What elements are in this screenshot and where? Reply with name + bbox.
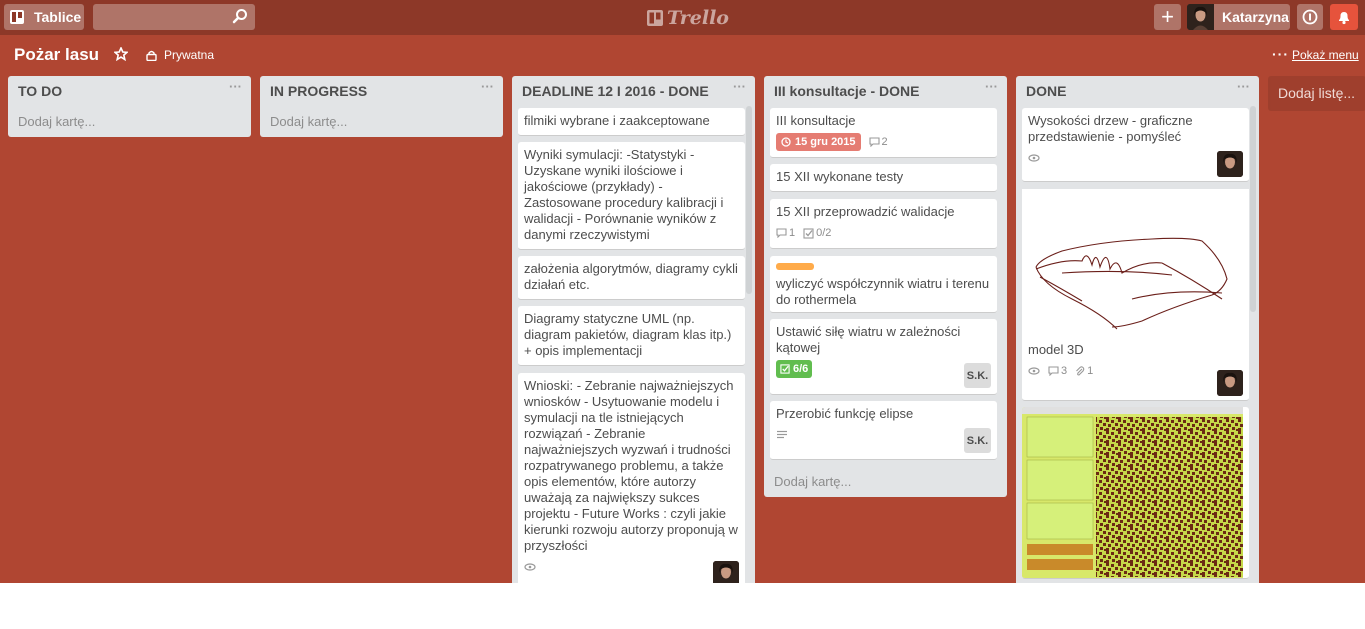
watch-icon <box>1028 154 1040 162</box>
due-date-badge[interactable]: 15 gru 2015 <box>776 133 861 151</box>
comment-count: 3 <box>1061 365 1068 377</box>
comment-icon <box>868 137 880 147</box>
show-menu-link[interactable]: Pokaż menu <box>1292 48 1359 62</box>
comment-count: 1 <box>789 227 796 239</box>
comment-icon <box>776 228 787 238</box>
list-title[interactable]: TO DO ··· <box>8 76 251 106</box>
list-menu-icon[interactable]: ··· <box>481 79 494 94</box>
add-card-button[interactable]: Dodaj kartę... <box>260 106 503 136</box>
card[interactable]: filmiki wybrane i zaakceptowane <box>518 108 745 136</box>
card[interactable]: model 3D 3 1 <box>1022 189 1249 401</box>
top-header: Tablice Trello + Katarzyna <box>0 0 1365 35</box>
list-title[interactable]: DEADLINE 12 I 2016 - DONE ··· <box>512 76 755 106</box>
list-iii-konsultacje: III konsultacje - DONE ··· III konsultacj… <box>764 76 1007 497</box>
attachment-count: 1 <box>1087 365 1094 377</box>
lock-icon <box>146 50 157 61</box>
card[interactable]: wyliczyć współczynnik wiatru i terenu do… <box>770 256 997 313</box>
card[interactable]: Przerobić funkcję elipse S.K. <box>770 401 997 460</box>
card[interactable]: 15 XII wykonane testy <box>770 164 997 192</box>
list-menu-icon[interactable]: ··· <box>985 79 998 94</box>
member-avatar[interactable] <box>1217 151 1243 177</box>
list-title[interactable]: DONE ··· <box>1016 76 1259 106</box>
list-todo: TO DO ··· Dodaj kartę... <box>8 76 251 137</box>
list-menu-icon[interactable]: ··· <box>1237 79 1250 94</box>
list-deadline: DEADLINE 12 I 2016 - DONE ··· filmiki wyb… <box>512 76 755 583</box>
checklist-count: 0/2 <box>816 227 832 239</box>
bell-icon <box>1339 12 1349 25</box>
card[interactable]: Wysokości drzew - graficzne przedstawien… <box>1022 108 1249 182</box>
card-badges: 15 gru 2015 2 <box>776 133 991 151</box>
checklist-icon <box>780 364 790 374</box>
orange-label[interactable] <box>776 263 814 270</box>
trello-logo[interactable]: Trello <box>647 7 729 29</box>
member-avatar[interactable] <box>1217 370 1243 396</box>
card-badges <box>1028 149 1243 167</box>
board-title[interactable]: Pożar lasu <box>14 45 99 65</box>
trello-logo-icon <box>647 10 663 26</box>
search-icon[interactable] <box>232 8 248 24</box>
checklist-icon <box>803 227 814 239</box>
list-title[interactable]: IN PROGRESS ··· <box>260 76 503 106</box>
boards-label: Tablice <box>34 9 82 25</box>
avatar <box>1187 4 1214 30</box>
card-badges <box>776 426 991 444</box>
search-input[interactable] <box>93 4 255 30</box>
list-menu-icon[interactable]: ··· <box>229 79 242 94</box>
add-list-button[interactable]: Dodaj listę... <box>1268 76 1365 111</box>
watch-icon <box>1028 367 1040 375</box>
trello-app: Tablice Trello + Katarzyna Pożar lasu Pr… <box>0 0 1365 583</box>
card[interactable]: Diagramy statyczne UML (np. diagram paki… <box>518 306 745 366</box>
star-icon[interactable] <box>114 47 128 61</box>
add-card-button[interactable]: Dodaj kartę... <box>8 106 251 136</box>
card[interactable] <box>1022 407 1249 579</box>
attachment-icon <box>1076 365 1085 376</box>
visibility-label: Prywatna <box>164 48 215 62</box>
list-scrollbar[interactable] <box>1250 106 1256 312</box>
card[interactable]: Ustawić siłę wiatru w zależności kątowej… <box>770 319 997 395</box>
logo-text: Trello <box>667 7 729 29</box>
sketch-image-cover <box>1022 189 1249 339</box>
boards-icon <box>10 10 24 24</box>
description-icon <box>777 430 787 439</box>
notifications-button[interactable] <box>1330 4 1358 30</box>
comment-count: 2 <box>881 136 888 148</box>
card[interactable]: III konsultacje 15 gru 2015 2 <box>770 108 997 158</box>
visibility-button[interactable]: Prywatna <box>146 48 214 62</box>
list-done: DONE ··· Wysokości drzew - graficzne prze… <box>1016 76 1259 583</box>
add-card-button[interactable]: Dodaj kartę... <box>764 466 861 496</box>
card-badges: 1 0/2 <box>776 224 991 242</box>
add-button[interactable]: + <box>1154 4 1181 30</box>
boards-button[interactable]: Tablice <box>4 4 84 30</box>
clock-icon <box>781 137 791 147</box>
list-menu-icon[interactable]: ··· <box>733 79 746 94</box>
card[interactable]: Wnioski: - Zebranie najważniejszych wnio… <box>518 373 745 583</box>
simulation-screenshot-cover <box>1022 407 1243 578</box>
member-initials[interactable]: S.K. <box>964 428 991 453</box>
checklist-complete-badge: 6/6 <box>776 360 813 378</box>
menu-dots-icon[interactable]: ··· <box>1272 46 1289 62</box>
card[interactable]: założenia algorytmów, diagramy cykli dzi… <box>518 256 745 300</box>
info-button[interactable] <box>1297 4 1323 30</box>
member-initials[interactable]: S.K. <box>964 363 991 388</box>
list-in-progress: IN PROGRESS ··· Dodaj kartę... <box>260 76 503 137</box>
member-menu-button[interactable]: Katarzyna <box>1187 4 1290 30</box>
list-scrollbar[interactable] <box>746 106 752 294</box>
card-badges: 6/6 <box>776 360 991 378</box>
card-badges: 3 1 <box>1022 362 1249 380</box>
member-name: Katarzyna <box>1222 9 1289 25</box>
comment-icon <box>1048 366 1059 376</box>
info-icon <box>1302 9 1318 25</box>
list-title[interactable]: III konsultacje - DONE ··· <box>764 76 1007 106</box>
card[interactable]: 15 XII przeprowadzić walidacje 1 0/2 <box>770 199 997 249</box>
watch-icon <box>524 563 536 571</box>
card-badges <box>524 558 739 576</box>
card[interactable]: Wyniki symulacji: -Statystyki - Uzyskane… <box>518 142 745 250</box>
member-avatar[interactable] <box>713 561 739 583</box>
